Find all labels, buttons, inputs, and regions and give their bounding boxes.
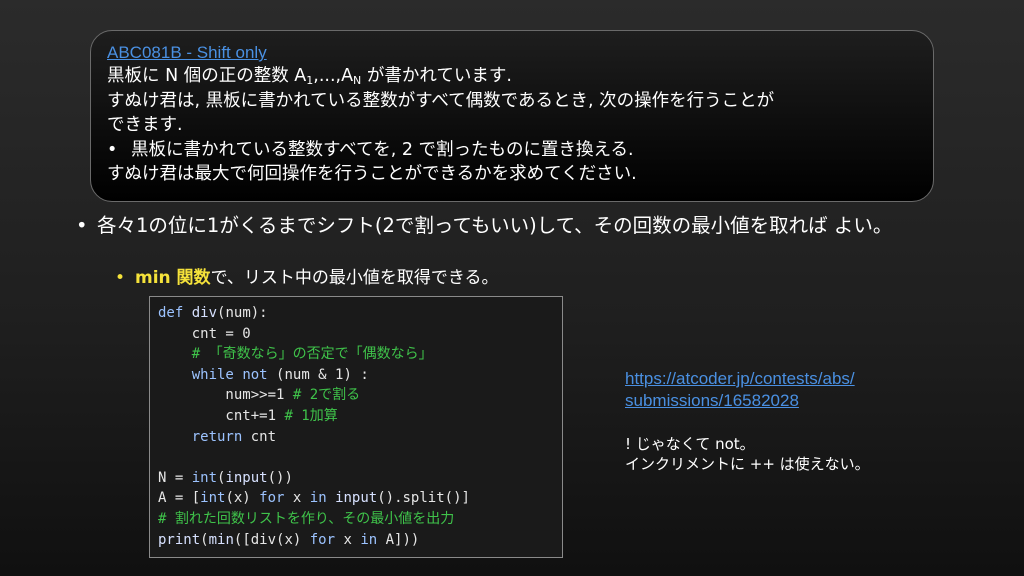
code-line: cnt = 0: [158, 324, 562, 345]
code-line: # 「奇数なら」の否定で「偶数なら」: [158, 344, 562, 365]
code-token: input: [335, 490, 378, 507]
code-token: (num & 1) :: [267, 366, 369, 383]
code-token: (x): [225, 490, 260, 507]
code-token: ().split()]: [377, 490, 470, 507]
code-token: in: [360, 531, 378, 548]
code-token: cnt = 0: [158, 325, 251, 342]
code-token: in: [309, 490, 327, 507]
code-token: int: [200, 490, 226, 507]
problem-operation-bullet: • 黒板に書かれている整数すべてを, 2 で割ったものに置き換える.: [107, 138, 917, 163]
code-token: x: [335, 531, 361, 548]
sub-bullet-text: で、リスト中の最小値を取得できる。: [210, 268, 499, 288]
code-token: # 1加算: [284, 407, 338, 424]
problem-line-2: すぬけ君は, 黒板に書かれている整数がすべて偶数であるとき, 次の操作を行うこと…: [107, 90, 775, 111]
code-token: int: [191, 469, 218, 486]
code-token: input: [225, 469, 268, 486]
code-line: N = int(input()): [158, 468, 562, 489]
problem-line-1: 黒板に N 個の正の整数 A1,...,AN が書かれています.: [107, 66, 512, 87]
code-token: cnt: [242, 428, 277, 445]
problem-line-5: すぬけ君は最大で何回操作を行うことができるかを求めてください.: [107, 164, 637, 184]
code-line: print(min([div(x) for x in A])): [158, 530, 562, 551]
code-token: # 「奇数なら」の否定で「偶数なら」: [158, 346, 433, 363]
code-token: def: [158, 305, 184, 321]
code-token: num>>=1: [158, 387, 293, 404]
code-token: print: [158, 531, 201, 548]
main-bullet-point: • 各々1の位に1がくるまでシフト(2で割ってもいい)して、その回数の最小値を取…: [76, 214, 956, 237]
submission-link-line-2[interactable]: submissions/16582028: [625, 390, 855, 412]
problem-link[interactable]: ABC081B - Shift only: [107, 42, 917, 64]
code-line: def div(num):: [158, 303, 562, 324]
note-line-2: インクリメントに ++ は使えない。: [625, 455, 870, 473]
code-token: ()): [267, 469, 293, 486]
submission-link-line-1[interactable]: https://atcoder.jp/contests/abs/: [625, 368, 855, 390]
code-line: while not (num & 1) :: [158, 365, 562, 386]
problem-line-3: できます.: [107, 115, 183, 135]
code-token: # 2で割る: [292, 387, 361, 404]
problem-statement-box: ABC081B - Shift only 黒板に N 個の正の整数 A1,...…: [90, 30, 934, 202]
code-block: def div(num): cnt = 0 # 「奇数なら」の否定で「偶数なら」…: [149, 296, 563, 558]
note-text: ! じゃなくて not。 インクリメントに ++ は使えない。: [625, 434, 870, 474]
code-token: div: [191, 305, 218, 321]
code-token: for: [259, 490, 285, 507]
code-line: return cnt: [158, 427, 562, 448]
code-line: A = [int(x) for x in input().split()]: [158, 488, 562, 509]
code-token: min: [208, 531, 234, 548]
min-function-highlight: min 関数: [135, 268, 211, 288]
code-token: N =: [158, 469, 192, 486]
code-token: return: [191, 428, 243, 445]
code-token: A])): [377, 531, 420, 548]
code-token: x: [284, 490, 310, 507]
code-token: for: [309, 531, 336, 548]
main-bullet-text: 各々1の位に1がくるまでシフト(2で割ってもいい)して、その回数の最小値を取れば…: [97, 214, 893, 237]
bullet-icon: •: [76, 214, 88, 237]
code-token: (: [200, 531, 209, 548]
code-line: cnt+=1 # 1加算: [158, 406, 562, 427]
code-line: num>>=1 # 2で割る: [158, 385, 562, 406]
submission-link[interactable]: https://atcoder.jp/contests/abs/ submiss…: [625, 368, 855, 412]
code-token: cnt+=1: [158, 407, 285, 424]
bullet-icon: •: [115, 268, 126, 288]
code-token: while: [191, 366, 234, 383]
code-token: # 割れた回数リストを作り、その最小値を出力: [158, 510, 455, 527]
code-token: not: [242, 366, 268, 383]
code-line: # 割れた回数リストを作り、その最小値を出力: [158, 509, 562, 530]
sub-bullet-point: • min 関数で、リスト中の最小値を取得できる。: [115, 267, 499, 289]
note-line-1: ! じゃなくて not。: [625, 435, 755, 453]
code-token: ([div(x): [233, 531, 310, 548]
bullet-icon: •: [107, 139, 118, 160]
code-token: A = [: [158, 490, 201, 507]
code-token: (num):: [217, 305, 268, 321]
